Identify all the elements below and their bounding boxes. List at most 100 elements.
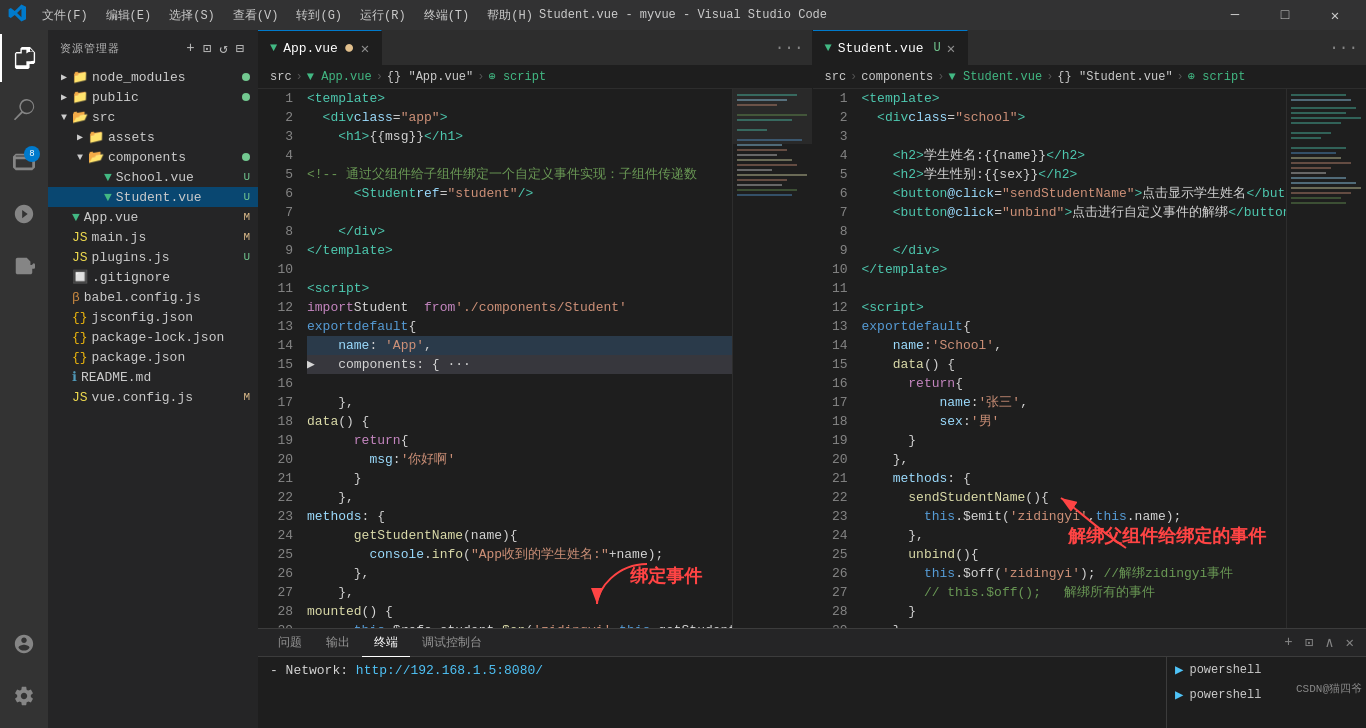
svg-rect-8 bbox=[737, 149, 787, 151]
maximize-button[interactable]: □ bbox=[1262, 0, 1308, 30]
activity-extensions[interactable] bbox=[0, 242, 48, 290]
maximize-panel-icon[interactable]: ∧ bbox=[1321, 632, 1337, 653]
menu-select[interactable]: 选择(S) bbox=[161, 5, 223, 26]
tab-studentvue[interactable]: ▼ Student.vue U ✕ bbox=[813, 30, 969, 65]
bc-studentvue: ▼ Student.vue bbox=[949, 70, 1043, 84]
tab-problems[interactable]: 问题 bbox=[266, 629, 314, 657]
refresh-icon[interactable]: ↺ bbox=[217, 38, 229, 59]
tree-item-packagelock[interactable]: {} package-lock.json bbox=[48, 327, 258, 347]
spacer bbox=[56, 349, 72, 365]
tab-output[interactable]: 输出 bbox=[314, 629, 362, 657]
app-root: 文件(F) 编辑(E) 选择(S) 查看(V) 转到(G) 运行(R) 终端(T… bbox=[0, 0, 1366, 728]
tree-item-jsconfig[interactable]: {} jsconfig.json bbox=[48, 307, 258, 327]
tab-close-button[interactable]: ✕ bbox=[361, 40, 369, 57]
arrow-icon: ▶ bbox=[56, 69, 72, 85]
tree-item-node-modules[interactable]: ▶ 📁 node_modules bbox=[48, 67, 258, 87]
window-title: Student.vue - myvue - Visual Studio Code bbox=[539, 8, 827, 22]
breadcrumb-src: src bbox=[270, 70, 292, 84]
menu-goto[interactable]: 转到(G) bbox=[288, 5, 350, 26]
tab-close-student[interactable]: ✕ bbox=[947, 40, 955, 57]
tab-debug-console[interactable]: 调试控制台 bbox=[410, 629, 494, 657]
svg-rect-16 bbox=[737, 189, 797, 191]
new-folder-icon[interactable]: ⊡ bbox=[201, 38, 213, 59]
main-layout: 8 bbox=[0, 30, 1366, 728]
breadcrumb-obj: {} "App.vue" bbox=[387, 70, 473, 84]
js-icon: JS bbox=[72, 230, 88, 245]
vue-icon: ▼ bbox=[104, 190, 112, 205]
split-terminal-icon[interactable]: ⊡ bbox=[1301, 632, 1317, 653]
menu-view[interactable]: 查看(V) bbox=[225, 5, 287, 26]
menu-help[interactable]: 帮助(H) bbox=[479, 5, 541, 26]
tree-item-babelconfig[interactable]: β babel.config.js bbox=[48, 287, 258, 307]
tab-appvue[interactable]: ▼ App.vue ● ✕ bbox=[258, 30, 382, 65]
editor-more-button[interactable]: ··· bbox=[767, 39, 812, 57]
activity-debug[interactable] bbox=[0, 190, 48, 238]
svg-rect-13 bbox=[737, 174, 807, 176]
activity-search[interactable] bbox=[0, 86, 48, 134]
titlebar-left: 文件(F) 编辑(E) 选择(S) 查看(V) 转到(G) 运行(R) 终端(T… bbox=[8, 4, 541, 27]
arrow-icon: ▶ bbox=[72, 129, 88, 145]
activity-account[interactable] bbox=[0, 620, 48, 668]
titlebar: 文件(F) 编辑(E) 选择(S) 查看(V) 转到(G) 运行(R) 终端(T… bbox=[0, 0, 1366, 30]
activity-explorer[interactable] bbox=[0, 34, 48, 82]
tree-item-mainjs[interactable]: JS main.js M bbox=[48, 227, 258, 247]
svg-rect-2 bbox=[737, 104, 777, 106]
code-editor-left[interactable]: 12345 678910 1112131415 1617181920 21222… bbox=[258, 89, 812, 628]
tree-item-src[interactable]: ▼ 📂 src bbox=[48, 107, 258, 127]
svg-rect-24 bbox=[1291, 122, 1341, 124]
file-icon: 🔲 bbox=[72, 269, 88, 285]
menu-edit[interactable]: 编辑(E) bbox=[98, 5, 160, 26]
new-file-icon[interactable]: + bbox=[184, 38, 196, 59]
spacer bbox=[56, 369, 72, 385]
tree-item-school[interactable]: ▼ School.vue U bbox=[48, 167, 258, 187]
menu-run[interactable]: 运行(R) bbox=[352, 5, 414, 26]
tree-item-assets[interactable]: ▶ 📁 assets bbox=[48, 127, 258, 147]
tree-item-student[interactable]: ▼ Student.vue U bbox=[48, 187, 258, 207]
folder-icon: 📁 bbox=[72, 69, 88, 85]
tab-label: App.vue bbox=[283, 41, 338, 56]
tree-item-appvue[interactable]: ▼ App.vue M bbox=[48, 207, 258, 227]
editor-pane-container: ▼ App.vue ● ✕ ··· src › ▼ App.vue › {} bbox=[258, 30, 1366, 628]
tree-item-components[interactable]: ▼ 📂 components bbox=[48, 147, 258, 167]
tree-item-package[interactable]: {} package.json bbox=[48, 347, 258, 367]
activity-settings[interactable] bbox=[0, 672, 48, 720]
editor-more-right[interactable]: ··· bbox=[1321, 39, 1366, 57]
tree-item-gitignore[interactable]: 🔲 .gitignore bbox=[48, 267, 258, 287]
svg-rect-37 bbox=[1291, 197, 1341, 199]
sidebar-actions: + ⊡ ↺ ⊟ bbox=[184, 38, 246, 59]
terminal-content: - Network: http://192.168.1.5:8080/ bbox=[258, 657, 1166, 728]
terminal-icon: ▶ bbox=[1175, 686, 1183, 703]
svg-rect-27 bbox=[1291, 147, 1346, 149]
tree-item-public[interactable]: ▶ 📁 public bbox=[48, 87, 258, 107]
u-badge: U bbox=[243, 171, 250, 183]
svg-rect-28 bbox=[1291, 152, 1336, 154]
collapse-icon[interactable]: ⊟ bbox=[234, 38, 246, 59]
folder-icon: 📁 bbox=[88, 129, 104, 145]
menu-terminal[interactable]: 终端(T) bbox=[416, 5, 478, 26]
dot-badge bbox=[242, 153, 250, 161]
network-link[interactable]: http://192.168.1.5:8080/ bbox=[356, 663, 543, 678]
activity-bar-bottom bbox=[0, 620, 48, 728]
svg-rect-1 bbox=[737, 99, 787, 101]
tree-item-readme[interactable]: ℹ README.md bbox=[48, 367, 258, 387]
titlebar-menu: 文件(F) 编辑(E) 选择(S) 查看(V) 转到(G) 运行(R) 终端(T… bbox=[34, 5, 541, 26]
close-panel-icon[interactable]: ✕ bbox=[1342, 632, 1358, 653]
tree-item-pluginsjs[interactable]: JS plugins.js U bbox=[48, 247, 258, 267]
tab-terminal[interactable]: 终端 bbox=[362, 629, 410, 657]
spacer bbox=[56, 289, 72, 305]
tab-u-badge: U bbox=[934, 41, 941, 55]
tree-item-vueconfig[interactable]: JS vue.config.js M bbox=[48, 387, 258, 407]
editor-pane-right: ▼ Student.vue U ✕ ··· src › components › bbox=[813, 30, 1367, 628]
activity-source-control[interactable]: 8 bbox=[0, 138, 48, 186]
add-terminal-icon[interactable]: + bbox=[1280, 632, 1296, 653]
sidebar: 资源管理器 + ⊡ ↺ ⊟ ▶ 📁 node_modules ▶ bbox=[48, 30, 258, 728]
menu-file[interactable]: 文件(F) bbox=[34, 5, 96, 26]
vue-tab-icon: ▼ bbox=[270, 41, 277, 55]
folder-open-icon: 📂 bbox=[88, 149, 104, 165]
code-lines-left: <template> <div class="app"> <h1>{{msg}}… bbox=[303, 89, 732, 628]
minimize-button[interactable]: ─ bbox=[1212, 0, 1258, 30]
code-editor-right[interactable]: 12345 678910 1112131415 1617181920 21222… bbox=[813, 89, 1367, 628]
js-icon: JS bbox=[72, 390, 88, 405]
u-badge: U bbox=[243, 251, 250, 263]
close-button[interactable]: ✕ bbox=[1312, 0, 1358, 30]
